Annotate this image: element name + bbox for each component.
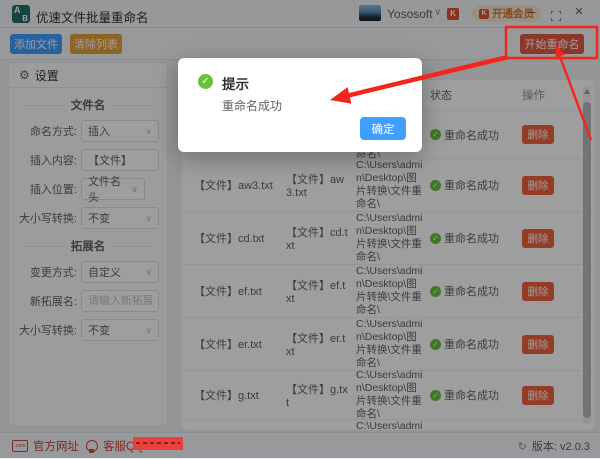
success-check-icon [198, 74, 213, 89]
qq-number-redaction [133, 437, 183, 450]
dialog-title: 提示 [222, 77, 249, 92]
dialog-message: 重命名成功 [222, 99, 283, 113]
success-dialog: 提示 重命名成功 确定 [178, 58, 422, 152]
dialog-ok-button[interactable]: 确定 [360, 117, 406, 140]
